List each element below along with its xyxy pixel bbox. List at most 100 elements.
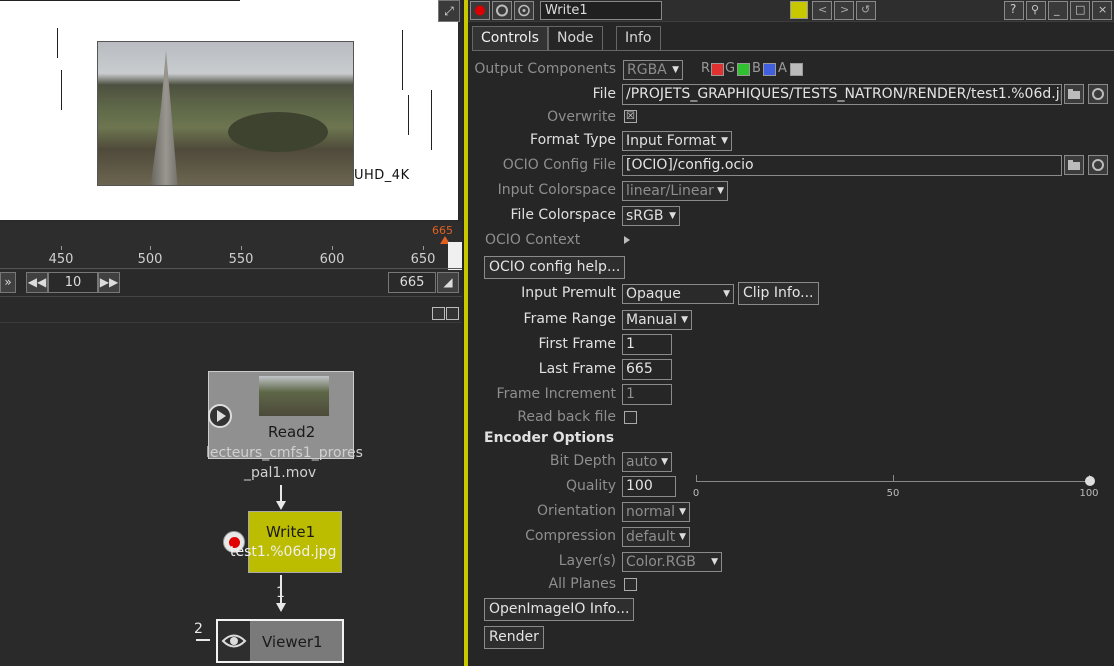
viewer-input-2-arrow (196, 639, 210, 641)
viewer-node-title: Viewer1 (262, 633, 323, 651)
center-node-icon[interactable] (514, 1, 534, 20)
channel-b-label: B (752, 61, 761, 76)
channel-g-checkbox[interactable] (737, 63, 750, 76)
folder-icon[interactable] (1064, 155, 1084, 175)
frame-range-label: Frame Range (523, 311, 616, 327)
minimize-icon[interactable]: _ (1048, 1, 1068, 20)
help-icon[interactable]: ? (1004, 1, 1024, 20)
first-frame-field[interactable]: 1 (622, 334, 672, 355)
orientation-label: Orientation (536, 503, 616, 519)
edge-arrowhead (276, 603, 286, 612)
openimageio-info-button[interactable]: OpenImageIO Info... (484, 598, 635, 621)
timeline-tick-label: 550 (228, 252, 254, 267)
compression-label: Compression (525, 528, 616, 544)
undo-icon[interactable]: < (812, 1, 832, 20)
quality-slider-tick (893, 475, 894, 481)
ocio-config-field[interactable]: [OCIO]/config.ocio (622, 155, 1062, 176)
file-label: File (592, 86, 616, 102)
layers-select[interactable]: Color.RGB ▼ (622, 552, 722, 572)
frame-range-select[interactable]: Manual ▼ (622, 310, 692, 330)
edge-input-label: 1 (276, 585, 285, 601)
timeline-tick (332, 246, 333, 250)
channel-a-label: A (778, 61, 787, 76)
tab-controls[interactable]: Controls (472, 26, 548, 51)
input-premult-select[interactable]: Opaque ▼ (622, 284, 734, 304)
render-artifact (408, 95, 409, 135)
loop-mode-button[interactable]: » (0, 272, 16, 293)
next-increment-button[interactable]: ▶▶ (98, 272, 120, 293)
close-panel-icon[interactable] (446, 307, 459, 320)
read-node-play-icon[interactable] (208, 404, 232, 428)
quality-field[interactable]: 100 (622, 476, 676, 497)
format-label: UHD_4K (354, 168, 410, 183)
tab-info[interactable]: Info (616, 26, 661, 51)
read-back-file-checkbox[interactable] (624, 411, 637, 424)
orientation-select[interactable]: normal ▼ (622, 502, 690, 522)
channel-a-checkbox[interactable] (790, 63, 803, 76)
ocio-help-button[interactable]: OCIO config help... (484, 256, 626, 279)
read-node-filename: lecteurs_cmfs1_prores (206, 445, 363, 461)
channel-r-checkbox[interactable] (711, 63, 724, 76)
timeline[interactable]: 665 450 500 550 600 650 (0, 222, 462, 270)
quality-slider-track[interactable] (696, 481, 1090, 482)
viewer-canvas[interactable]: UHD_4K (0, 0, 458, 220)
file-colorspace-select[interactable]: sRGB ▼ (622, 206, 680, 226)
playback-range-button[interactable]: ◢ (437, 272, 459, 293)
reload-icon[interactable] (1088, 84, 1108, 104)
read-node-title: Read2 (268, 423, 316, 441)
quality-slider-handle[interactable] (1085, 476, 1095, 486)
node-name-field[interactable]: Write1 (540, 1, 662, 20)
quality-label: Quality (565, 478, 616, 494)
render-dot-icon[interactable] (470, 1, 490, 20)
output-components-select[interactable]: RGBA ▼ (623, 60, 683, 80)
redo-icon[interactable]: > (834, 1, 854, 20)
float-icon[interactable]: □ (1070, 1, 1090, 20)
reload-icon[interactable] (1088, 155, 1108, 175)
frame-increment-label: Frame Increment (496, 386, 616, 402)
file-colorspace-label: File Colorspace (510, 207, 617, 223)
expand-arrow-icon[interactable] (624, 236, 630, 244)
format-type-select[interactable]: Input Format ▼ (622, 131, 732, 151)
compression-select[interactable]: default ▼ (622, 527, 690, 547)
timeline-playhead[interactable] (448, 242, 462, 270)
quality-slider-label: 100 (1079, 488, 1099, 499)
clip-info-button[interactable]: Clip Info... (738, 282, 819, 305)
write-node-filename: test1.%06d.jpg (230, 544, 337, 560)
settings-icon[interactable] (492, 1, 512, 20)
float-panel-icon[interactable] (432, 307, 445, 320)
write-node[interactable] (248, 511, 342, 573)
bit-depth-label: Bit Depth (549, 453, 616, 469)
render-artifact (431, 90, 432, 150)
bit-depth-select[interactable]: auto ▼ (622, 452, 672, 472)
format-type-label: Format Type (530, 132, 616, 148)
render-button[interactable]: Render (484, 626, 544, 649)
render-artifact (0, 0, 240, 1)
overwrite-checkbox[interactable]: ☒ (624, 110, 637, 123)
timeline-divider (0, 268, 462, 269)
frame-increment-field[interactable]: 10 (48, 272, 98, 293)
channel-b-checkbox[interactable] (763, 63, 776, 76)
quality-slider-label: 0 (692, 488, 700, 499)
file-path-field[interactable]: /PROJETS_GRAPHIQUES/TESTS_NATRON/RENDER/… (622, 84, 1062, 105)
first-frame-label: First Frame (538, 336, 616, 352)
tab-node[interactable]: Node (548, 26, 603, 51)
viewer-expand-button[interactable]: ⤢ (438, 0, 460, 22)
pin-icon[interactable]: ⚲ (1026, 1, 1046, 20)
previous-increment-button[interactable]: ◀◀ (26, 272, 48, 293)
encoder-options-heading: Encoder Options (484, 430, 615, 446)
node-color-swatch[interactable] (790, 1, 808, 19)
properties-panel: Write1 < > ↺ ? ⚲ _ □ × Controls Node Inf… (464, 0, 1114, 666)
restore-defaults-icon[interactable]: ↺ (856, 1, 876, 20)
frame-increment-field[interactable]: 1 (622, 384, 672, 405)
timeline-tick (241, 246, 242, 250)
all-planes-checkbox[interactable] (624, 578, 637, 591)
folder-icon[interactable] (1064, 84, 1084, 104)
quality-slider-tick (696, 475, 697, 481)
input-colorspace-select[interactable]: linear/Linear ▼ (622, 181, 728, 201)
close-icon[interactable]: × (1092, 1, 1112, 20)
last-frame-field[interactable]: 665 (622, 359, 672, 380)
input-colorspace-label: Input Colorspace (497, 182, 616, 198)
current-frame-field[interactable]: 665 (388, 272, 436, 293)
node-graph[interactable]: Read2 lecteurs_cmfs1_prores _pal1.mov Wr… (0, 296, 462, 666)
all-planes-label: All Planes (548, 576, 617, 592)
